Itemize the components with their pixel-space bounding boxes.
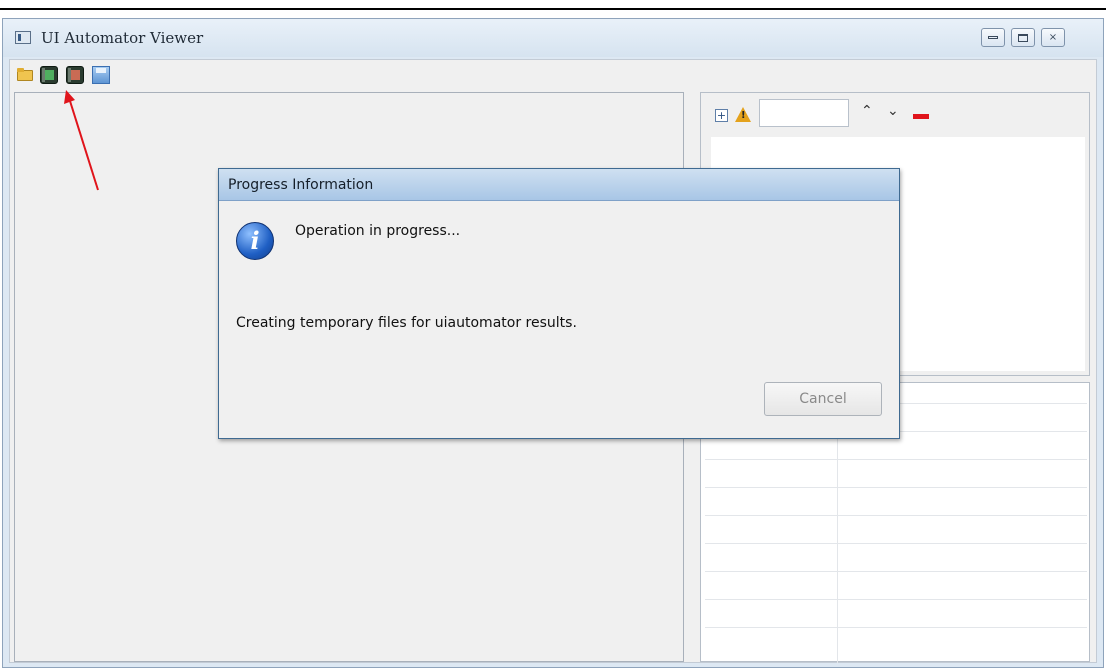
- progress-dialog: Progress Information i Operation in prog…: [218, 168, 900, 439]
- dialog-title-bar: Progress Information: [219, 169, 899, 201]
- info-icon: i: [236, 222, 274, 260]
- progress-detail: Creating temporary files for uiautomator…: [236, 315, 577, 331]
- progress-message: Operation in progress...: [295, 223, 461, 239]
- dialog-title: Progress Information: [228, 177, 374, 193]
- cancel-button[interactable]: Cancel: [764, 382, 882, 416]
